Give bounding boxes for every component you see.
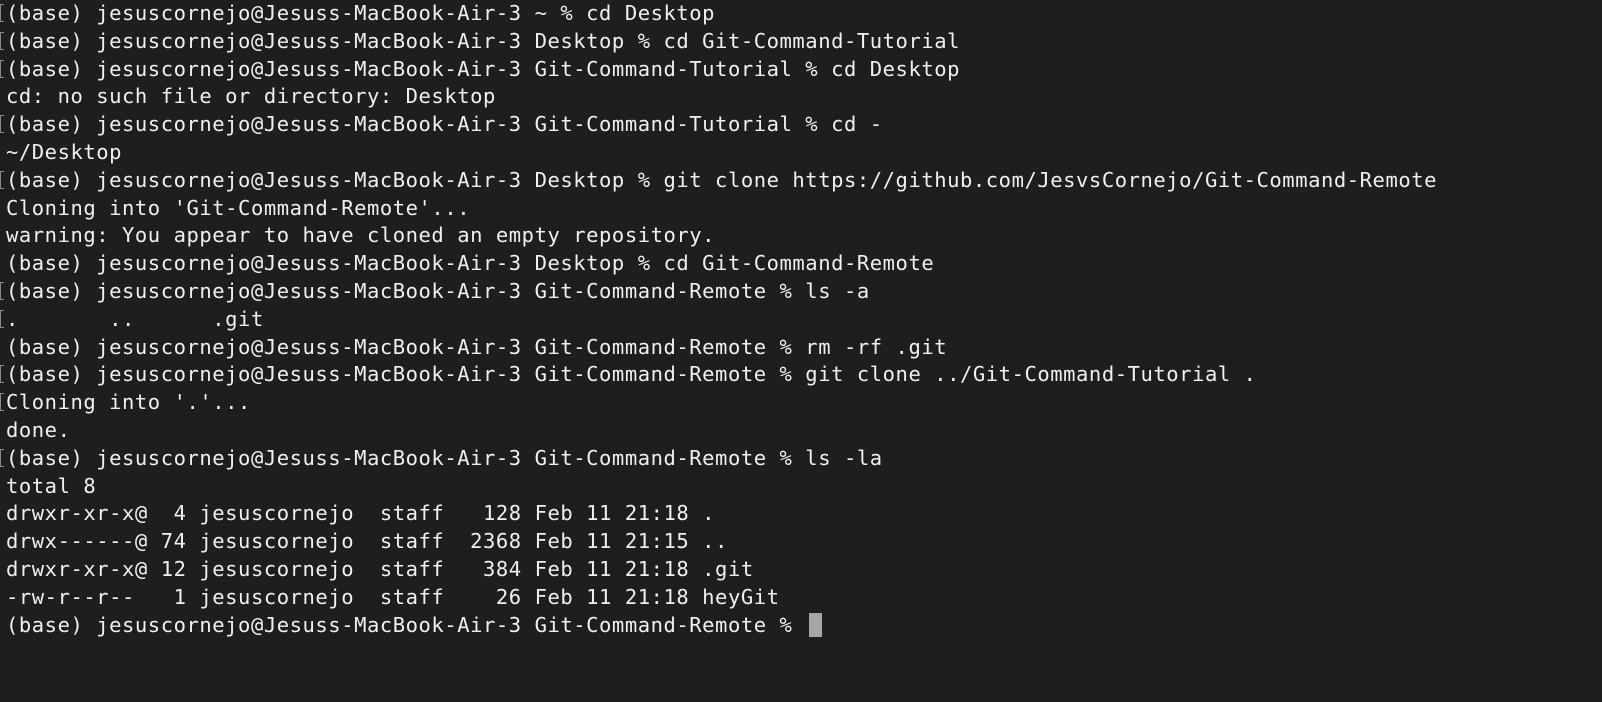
output-line: -rw-r--r-- 1 jesuscornejo staff 26 Feb 1… bbox=[0, 584, 1437, 612]
output-line: done. bbox=[0, 417, 1437, 445]
line-text: cd: no such file or directory: Desktop bbox=[6, 84, 496, 109]
line-mark-icon bbox=[0, 170, 4, 189]
prompt-line: (base) jesuscornejo@Jesuss-MacBook-Air-3… bbox=[0, 167, 1437, 195]
output-line: Cloning into '.'... bbox=[0, 389, 1437, 417]
line-text: (base) jesuscornejo@Jesuss-MacBook-Air-3… bbox=[6, 167, 1438, 192]
line-text: (base) jesuscornejo@Jesuss-MacBook-Air-3… bbox=[6, 612, 806, 637]
line-text: drwxr-xr-x@ 4 jesuscornejo staff 128 Feb… bbox=[6, 501, 716, 526]
output-line: total 8 bbox=[0, 473, 1437, 501]
line-text: Cloning into '.'... bbox=[6, 390, 251, 415]
line-mark-icon bbox=[0, 393, 4, 412]
line-mark-icon bbox=[0, 4, 4, 22]
prompt-line: (base) jesuscornejo@Jesuss-MacBook-Air-3… bbox=[0, 361, 1437, 389]
prompt-line: (base) jesuscornejo@Jesuss-MacBook-Air-3… bbox=[0, 445, 1437, 473]
line-mark-icon bbox=[0, 309, 4, 328]
line-mark-icon bbox=[0, 448, 4, 467]
line-text: (base) jesuscornejo@Jesuss-MacBook-Air-3… bbox=[6, 334, 948, 359]
line-text: warning: You appear to have cloned an em… bbox=[6, 223, 716, 248]
terminal-output: (base) jesuscornejo@Jesuss-MacBook-Air-3… bbox=[0, 0, 1437, 639]
line-text: Cloning into 'Git-Command-Remote'... bbox=[6, 195, 471, 220]
prompt-line: (base) jesuscornejo@Jesuss-MacBook-Air-3… bbox=[0, 111, 1437, 139]
line-text: . .. .git bbox=[6, 306, 264, 331]
output-line: . .. .git bbox=[0, 306, 1437, 334]
output-line: Cloning into 'Git-Command-Remote'... bbox=[0, 195, 1437, 223]
output-line: drwxr-xr-x@ 12 jesuscornejo staff 384 Fe… bbox=[0, 556, 1437, 584]
line-text: (base) jesuscornejo@Jesuss-MacBook-Air-3… bbox=[6, 28, 961, 53]
prompt-line: (base) jesuscornejo@Jesuss-MacBook-Air-3… bbox=[0, 56, 1437, 84]
terminal-window[interactable]: (base) jesuscornejo@Jesuss-MacBook-Air-3… bbox=[0, 0, 1602, 702]
output-line: drwxr-xr-x@ 4 jesuscornejo staff 128 Feb… bbox=[0, 500, 1437, 528]
line-text: drwxr-xr-x@ 12 jesuscornejo staff 384 Fe… bbox=[6, 556, 754, 581]
output-line: drwx------@ 74 jesuscornejo staff 2368 F… bbox=[0, 528, 1437, 556]
line-text: (base) jesuscornejo@Jesuss-MacBook-Air-3… bbox=[6, 1, 716, 25]
prompt-line: (base) jesuscornejo@Jesuss-MacBook-Air-3… bbox=[0, 278, 1437, 306]
line-text: drwx------@ 74 jesuscornejo staff 2368 F… bbox=[6, 529, 728, 554]
line-mark-icon bbox=[0, 365, 4, 384]
line-mark-icon bbox=[0, 281, 4, 300]
output-line: cd: no such file or directory: Desktop bbox=[0, 83, 1437, 111]
line-mark-icon bbox=[0, 31, 4, 50]
line-text: (base) jesuscornejo@Jesuss-MacBook-Air-3… bbox=[6, 362, 1257, 387]
prompt-line: (base) jesuscornejo@Jesuss-MacBook-Air-3… bbox=[0, 0, 1437, 28]
line-text: done. bbox=[6, 417, 71, 442]
text-cursor[interactable] bbox=[809, 612, 823, 637]
prompt-line: (base) jesuscornejo@Jesuss-MacBook-Air-3… bbox=[0, 28, 1437, 56]
line-text: ~/Desktop bbox=[6, 139, 123, 164]
line-text: (base) jesuscornejo@Jesuss-MacBook-Air-3… bbox=[6, 278, 870, 303]
prompt-line: (base) jesuscornejo@Jesuss-MacBook-Air-3… bbox=[0, 250, 1437, 278]
line-text: (base) jesuscornejo@Jesuss-MacBook-Air-3… bbox=[6, 56, 961, 81]
line-text: (base) jesuscornejo@Jesuss-MacBook-Air-3… bbox=[6, 112, 883, 137]
line-text: total 8 bbox=[6, 473, 97, 498]
line-text: (base) jesuscornejo@Jesuss-MacBook-Air-3… bbox=[6, 251, 935, 276]
line-mark-icon bbox=[0, 115, 4, 134]
output-line: warning: You appear to have cloned an em… bbox=[0, 222, 1437, 250]
output-line: ~/Desktop bbox=[0, 139, 1437, 167]
prompt-line: (base) jesuscornejo@Jesuss-MacBook-Air-3… bbox=[0, 334, 1437, 362]
line-text: -rw-r--r-- 1 jesuscornejo staff 26 Feb 1… bbox=[6, 584, 780, 609]
prompt-line: (base) jesuscornejo@Jesuss-MacBook-Air-3… bbox=[0, 612, 1437, 640]
line-mark-icon bbox=[0, 59, 4, 78]
line-text: (base) jesuscornejo@Jesuss-MacBook-Air-3… bbox=[6, 445, 883, 470]
